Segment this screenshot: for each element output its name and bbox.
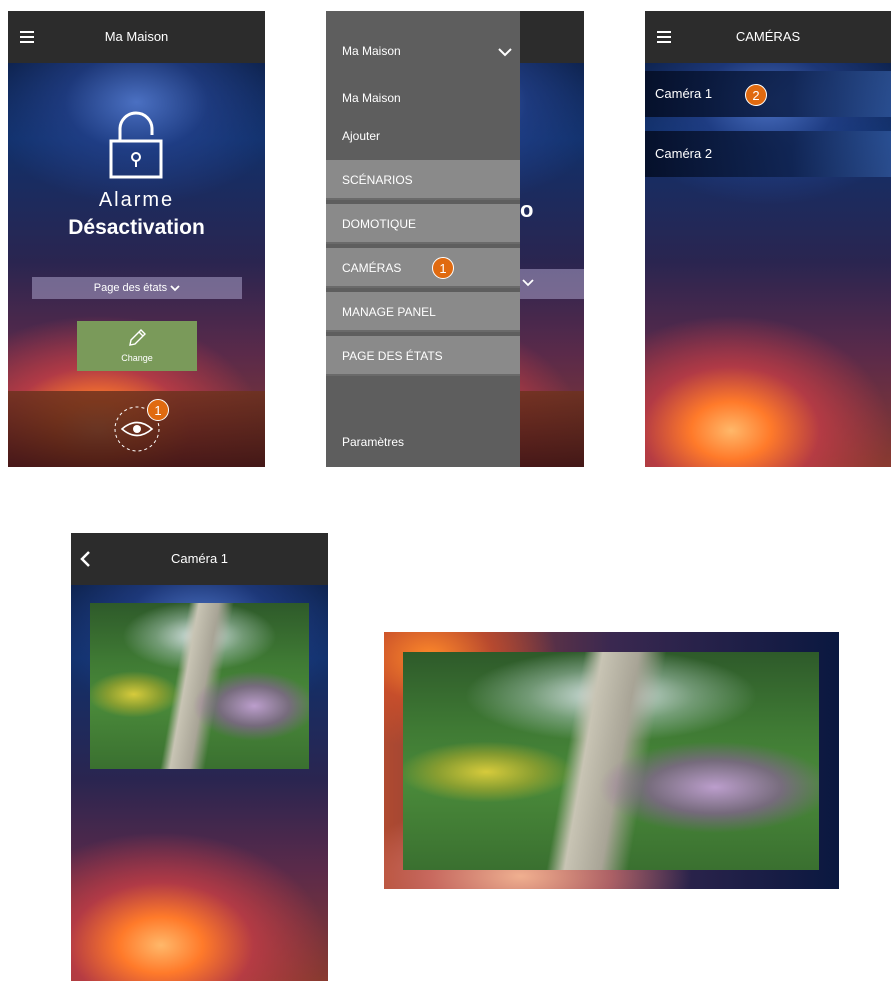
- background-partial-text: o: [520, 197, 534, 222]
- menu-item-cameras[interactable]: CAMÉRAS: [326, 248, 520, 288]
- chevron-down-icon: [498, 48, 512, 57]
- screen-camera-view-portrait: Caméra 1: [71, 533, 328, 981]
- menu-item-status-page[interactable]: PAGE DES ÉTATS: [326, 336, 520, 376]
- camera-name: Caméra 2: [655, 146, 713, 161]
- menu-item-manage-panel[interactable]: MANAGE PANEL: [326, 292, 520, 332]
- alarm-label: Alarme: [98, 189, 175, 211]
- side-menu-panel: Ma Maison Ma Maison Ajouter SCÉNARIOS DO…: [326, 11, 520, 467]
- home-selector-label: Ma Maison: [342, 44, 401, 58]
- screen-camera-view-landscape: [384, 632, 839, 889]
- menu-item-scenarios[interactable]: SCÉNARIOS: [326, 160, 520, 200]
- screen-cameras-list: CAMÉRAS Caméra 1 Caméra 2 2: [645, 11, 891, 467]
- menu-item-domotique[interactable]: DOMOTIQUE: [326, 204, 520, 244]
- camera-name: Caméra 1: [655, 86, 713, 101]
- screen-home-alarm: Ma Maison Alarme Désactivation Page des …: [8, 11, 265, 467]
- alarm-status: Désactivation: [68, 216, 205, 239]
- camera-list-item[interactable]: Caméra 2: [645, 131, 891, 177]
- page-title: Caméra 1: [170, 551, 229, 566]
- top-bar: Ma Maison: [8, 11, 265, 63]
- change-button[interactable]: Change: [77, 321, 197, 371]
- camera-feed-image: [90, 603, 309, 769]
- step-badge: 1: [147, 399, 169, 421]
- chevron-down-icon: [170, 285, 180, 292]
- padlock-icon: [109, 111, 163, 179]
- step-badge: 2: [745, 84, 767, 106]
- page-title: CAMÉRAS: [735, 29, 801, 44]
- camera-list-item[interactable]: Caméra 1: [645, 71, 891, 117]
- page-title: Ma Maison: [104, 29, 169, 44]
- screen-side-menu: o Ma Maison Ma Maison Ajouter SCÉNARIOS …: [326, 11, 584, 467]
- home-selector[interactable]: Ma Maison: [342, 44, 512, 58]
- top-bar: CAMÉRAS: [645, 11, 891, 63]
- home-item[interactable]: Ma Maison: [342, 91, 401, 105]
- pencil-icon: [129, 329, 146, 346]
- chevron-down-icon: [522, 279, 534, 287]
- settings-item[interactable]: Paramètres: [342, 435, 404, 449]
- step-badge: 1: [432, 257, 454, 279]
- add-home-item[interactable]: Ajouter: [342, 129, 380, 143]
- status-page-select[interactable]: Page des états: [32, 277, 242, 299]
- change-label: Change: [121, 353, 153, 363]
- camera-feed-image: [403, 652, 819, 870]
- status-page-label: Page des états: [93, 282, 168, 294]
- top-bar: Caméra 1: [71, 533, 328, 585]
